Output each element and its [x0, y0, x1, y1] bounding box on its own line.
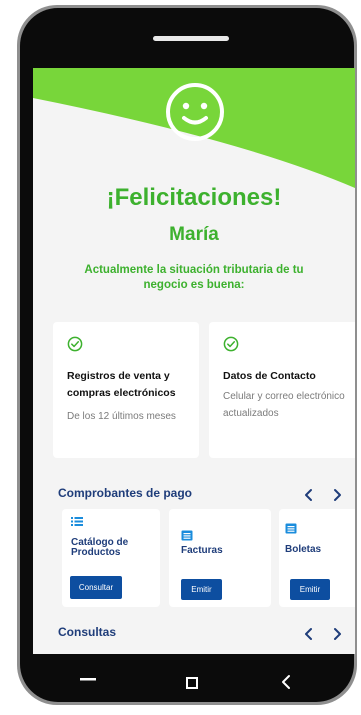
status-message: Actualmente la situación tributaria de t… — [84, 264, 304, 291]
product-label: Facturas — [181, 545, 223, 556]
document-icon — [285, 523, 297, 534]
user-name: María — [169, 224, 219, 245]
chevron-left-icon[interactable] — [301, 626, 317, 642]
card-description: Celular y correo electrónico actualizado… — [223, 391, 345, 419]
boletas-card: Boletas Emitir — [279, 509, 355, 607]
card-description: De los 12 últimos meses — [67, 411, 176, 422]
app-screen: ¡Felicitaciones! María Actualmente la si… — [33, 68, 355, 654]
card-title: Datos de Contacto — [223, 370, 316, 382]
square-home-icon[interactable] — [186, 677, 198, 689]
chevron-right-icon[interactable] — [329, 487, 345, 503]
back-chevron-icon[interactable] — [281, 674, 291, 690]
emitir-boletas-button[interactable]: Emitir — [290, 579, 330, 600]
menu-icon[interactable] — [80, 676, 96, 682]
list-icon — [71, 517, 83, 526]
section-title-comprobantes: Comprobantes de pago — [58, 486, 193, 500]
congratulations-title: ¡Felicitaciones! — [106, 184, 282, 211]
section-title-consultas: Consultas — [58, 625, 117, 639]
consultar-button[interactable]: Consultar — [70, 576, 122, 599]
document-icon — [181, 530, 193, 541]
phone-speaker — [153, 36, 229, 41]
emitir-facturas-button[interactable]: Emitir — [181, 579, 222, 600]
comprobantes-carousel-controls — [301, 487, 351, 503]
chevron-left-icon[interactable] — [301, 487, 317, 503]
contact-data-card[interactable]: Datos de Contacto Celular y correo elect… — [209, 322, 355, 458]
consultas-carousel-controls — [301, 626, 351, 642]
product-label: Catálogo de Productos — [71, 537, 129, 558]
card-title: Registros de venta y compras electrónico… — [67, 370, 176, 399]
product-label: Boletas — [285, 544, 322, 555]
product-catalog-card: Catálogo de Productos Consultar — [62, 509, 160, 607]
check-circle-icon — [67, 336, 83, 352]
facturas-card: Facturas Emitir — [169, 509, 271, 607]
check-circle-icon — [223, 336, 239, 352]
sales-records-card[interactable]: Registros de venta y compras electrónico… — [53, 322, 199, 458]
smiley-face-icon — [166, 83, 224, 141]
chevron-right-icon[interactable] — [329, 626, 345, 642]
